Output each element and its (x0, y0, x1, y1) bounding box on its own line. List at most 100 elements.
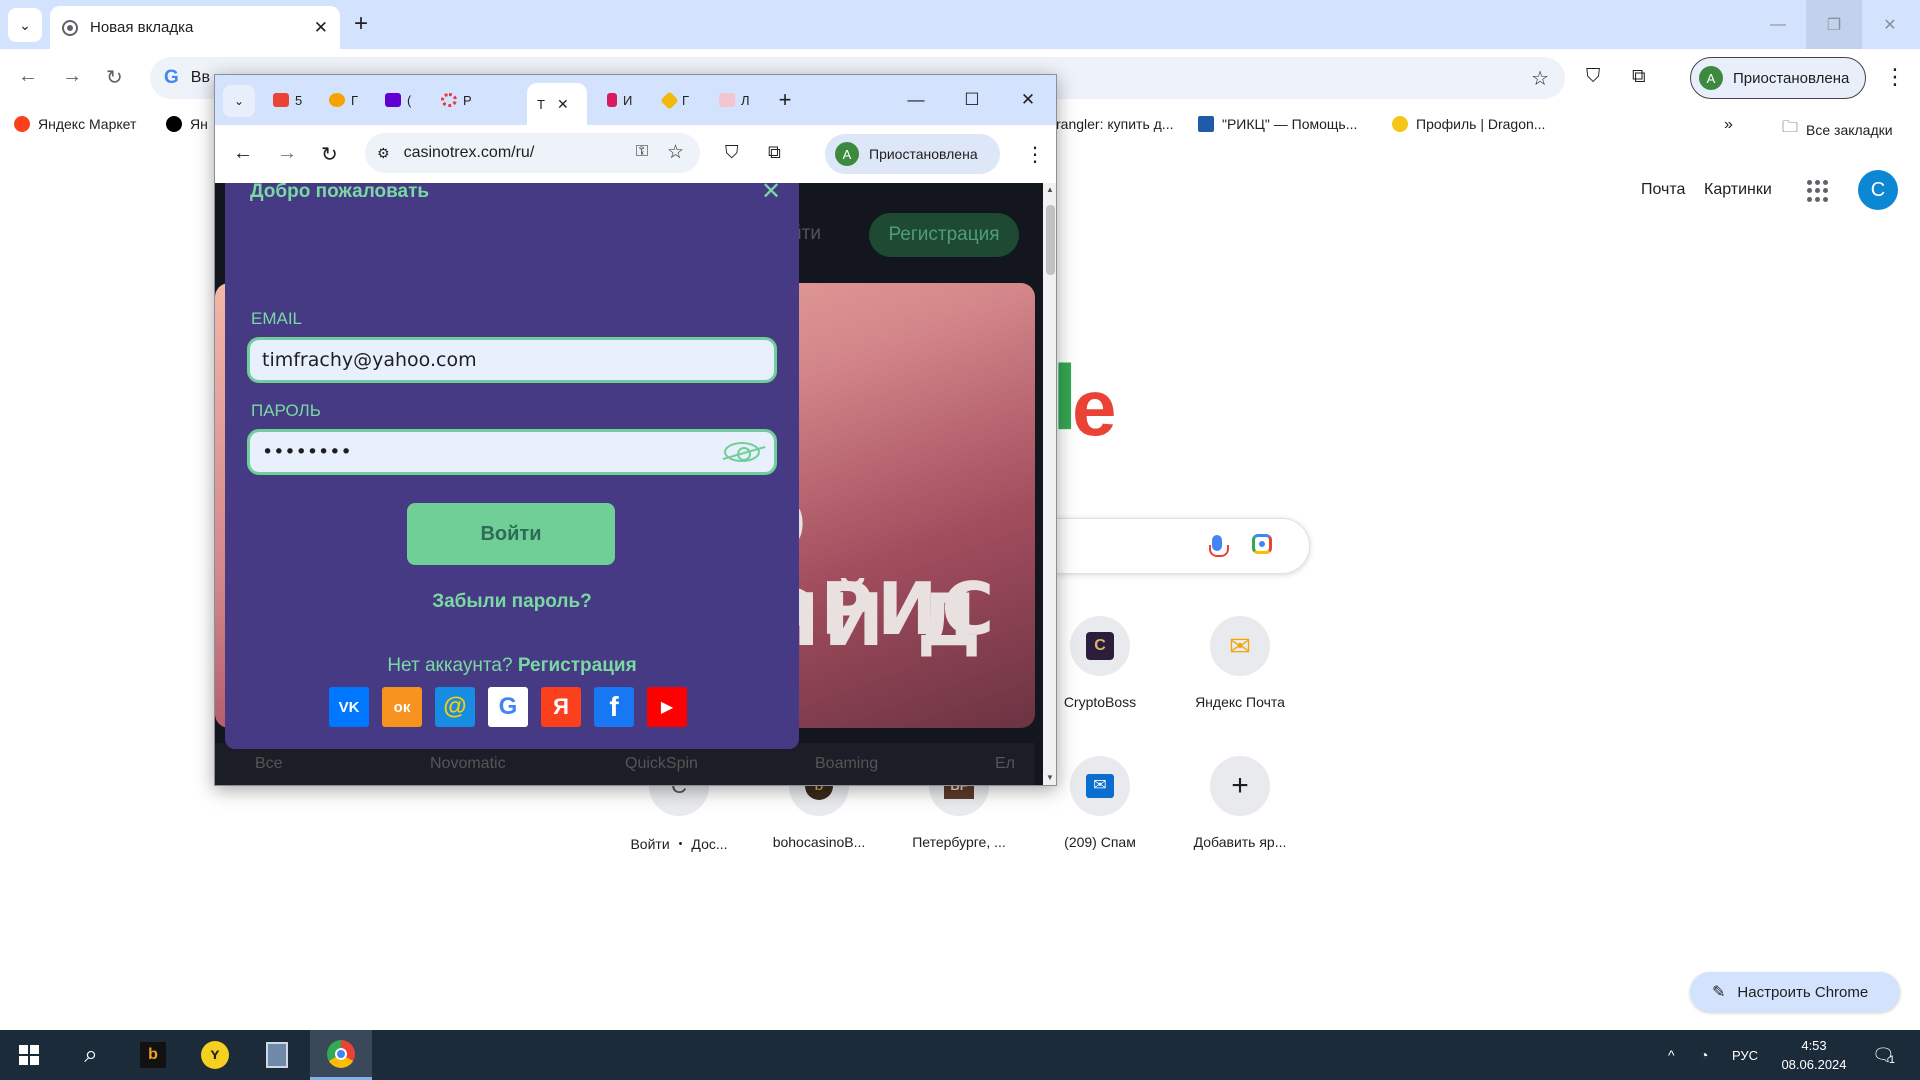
category-item[interactable]: QuickSpin (625, 755, 698, 773)
forward-icon[interactable]: → (62, 65, 82, 88)
reload-icon[interactable]: ↻ (106, 65, 123, 90)
cryptoboss-icon: C (1070, 616, 1130, 676)
category-item[interactable]: Boaming (815, 755, 878, 773)
tab-roulette[interactable]: Р (431, 83, 487, 117)
odnoklassniki-icon[interactable]: ок (382, 687, 422, 727)
app-b-icon[interactable]: b (124, 1030, 182, 1080)
site-register-button[interactable]: Регистрация (869, 213, 1019, 257)
forward-icon[interactable]: → (277, 142, 297, 165)
close-window-button[interactable]: ✕ (1000, 75, 1056, 125)
google-lens-icon[interactable] (1252, 534, 1272, 554)
reload-icon[interactable]: ↻ (321, 142, 338, 167)
bookmark-star-icon[interactable]: ☆ (667, 141, 684, 164)
menu-kebab-icon[interactable]: ⋮ (1025, 142, 1045, 167)
show-hidden-icons[interactable]: ^ (1668, 1030, 1675, 1080)
microphone-icon[interactable] (1209, 535, 1229, 557)
bookmark-star-icon[interactable]: ☆ (1531, 66, 1549, 91)
tab-slot[interactable]: И (597, 83, 653, 117)
password-field[interactable]: •••••••• (247, 429, 777, 475)
network-icon[interactable]: ◔ (1700, 1030, 1708, 1080)
tab-yahoo[interactable]: ( (375, 83, 431, 117)
mailru-icon[interactable]: @ (435, 687, 475, 727)
yandex-browser-icon[interactable]: ʏ (186, 1030, 244, 1080)
extensions-icon[interactable]: ⧉ (1632, 66, 1646, 88)
back-icon[interactable]: ← (233, 142, 253, 165)
vk-icon[interactable]: VK (329, 687, 369, 727)
shield-icon[interactable]: ⛉ (1586, 66, 1600, 88)
account-avatar[interactable]: C (1858, 170, 1898, 210)
language-indicator[interactable]: РУС (1732, 1030, 1758, 1080)
apps-grid-icon[interactable] (1807, 180, 1829, 202)
gmail-link[interactable]: Почта (1641, 181, 1685, 199)
close-tab-icon[interactable]: ✕ (314, 18, 328, 38)
bookmark-item[interactable]: Ян (166, 116, 208, 132)
profile-status: Приостановлена (869, 146, 978, 162)
address-text: casinotrex.com/ru/ (403, 144, 535, 161)
bookmark-item[interactable]: Профиль | Dragon... (1392, 116, 1545, 132)
youtube-icon[interactable]: ▶ (647, 687, 687, 727)
tab-gmail[interactable]: 5 (263, 83, 319, 117)
notifications-icon[interactable]: 🗨 1 (1872, 1030, 1895, 1080)
clock[interactable]: 4:53 08.06.2024 (1774, 1036, 1854, 1074)
tab-coin[interactable]: Г (319, 83, 375, 117)
shield-icon[interactable]: ⛉ (725, 142, 739, 163)
bookmark-item[interactable]: "РИКЦ" — Помощь... (1198, 116, 1357, 132)
tab-binance[interactable]: Г (653, 83, 709, 117)
images-link[interactable]: Картинки (1704, 181, 1772, 199)
address-bar[interactable]: ⚙ casinotrex.com/ru/ ⚿ ☆ (365, 133, 700, 173)
close-icon[interactable]: ✕ (761, 183, 781, 206)
google-icon: G (164, 67, 179, 88)
tab-new-tab[interactable]: Новая вкладка ✕ (50, 6, 340, 49)
restore-button[interactable]: ❐ (1806, 0, 1862, 49)
eye-off-icon[interactable] (724, 442, 760, 462)
shortcut-add[interactable]: + Добавить яр... (1175, 756, 1305, 850)
plus-icon (166, 116, 182, 132)
maximize-button[interactable]: ☐ (944, 75, 1000, 125)
all-bookmarks[interactable]: 🗀 Все закладки (1782, 116, 1893, 143)
tab-flag[interactable]: Л (709, 83, 765, 117)
scroll-up-icon[interactable]: ▲ (1046, 185, 1054, 194)
google-icon[interactable]: G (488, 687, 528, 727)
login-button[interactable]: Войти (407, 503, 615, 565)
tab-search-button[interactable]: ⌄ (223, 85, 255, 117)
profile-button[interactable]: A Приостановлена (825, 134, 1000, 174)
yandex-icon[interactable]: Я (541, 687, 581, 727)
register-link[interactable]: Регистрация (518, 655, 637, 676)
chrome-taskbar-icon[interactable] (310, 1030, 372, 1080)
category-item[interactable]: Все (255, 755, 283, 773)
site-info-icon[interactable]: ⚙ (377, 145, 390, 162)
slot-icon (607, 93, 617, 107)
close-window-button[interactable]: ✕ (1862, 0, 1918, 49)
calculator-icon[interactable] (248, 1030, 306, 1080)
extensions-icon[interactable]: ⧉ (768, 142, 781, 163)
scrollbar-thumb[interactable] (1046, 205, 1055, 275)
email-field[interactable]: timfrachy@yahoo.com (247, 337, 777, 383)
profile-button[interactable]: A Приостановлена (1690, 57, 1866, 99)
forgot-password-link[interactable]: Забыли пароль? (225, 591, 799, 613)
facebook-icon[interactable]: f (594, 687, 634, 727)
tab-search-button[interactable]: ⌄ (8, 8, 42, 42)
bookmark-item[interactable]: Яндекс Маркет (14, 116, 136, 132)
more-bookmarks-icon[interactable]: » (1724, 116, 1733, 134)
tab-casinotrex[interactable]: Т ✕ (527, 83, 587, 125)
scroll-down-icon[interactable]: ▼ (1046, 773, 1054, 782)
new-tab-button[interactable]: + (354, 10, 368, 38)
search-icon[interactable]: ⌕ (62, 1030, 120, 1080)
shortcut-label: (209) Спам (1064, 834, 1136, 850)
customize-chrome-button[interactable]: ✎ Настроить Chrome (1690, 972, 1900, 1012)
category-item[interactable]: Ел (995, 755, 1015, 773)
minimize-button[interactable]: — (888, 75, 944, 125)
minimize-button[interactable]: — (1750, 0, 1806, 49)
start-button[interactable] (0, 1030, 58, 1080)
close-tab-icon[interactable]: ✕ (557, 96, 569, 113)
bookmark-item[interactable]: rangler: купить д... (1056, 116, 1173, 132)
key-icon[interactable]: ⚿ (636, 143, 648, 161)
category-item[interactable]: Novomatic (430, 755, 506, 773)
new-tab-button[interactable]: + (765, 75, 805, 125)
google-logo-e: e (1072, 363, 1117, 452)
scrollbar[interactable]: ▲ ▼ (1043, 183, 1056, 785)
no-account-text: Нет аккаунта? (387, 655, 513, 676)
menu-kebab-icon[interactable]: ⋮ (1884, 64, 1906, 90)
shortcut-yandex-mail[interactable]: ✉ Яндекс Почта (1175, 616, 1305, 710)
back-icon[interactable]: ← (18, 65, 38, 88)
